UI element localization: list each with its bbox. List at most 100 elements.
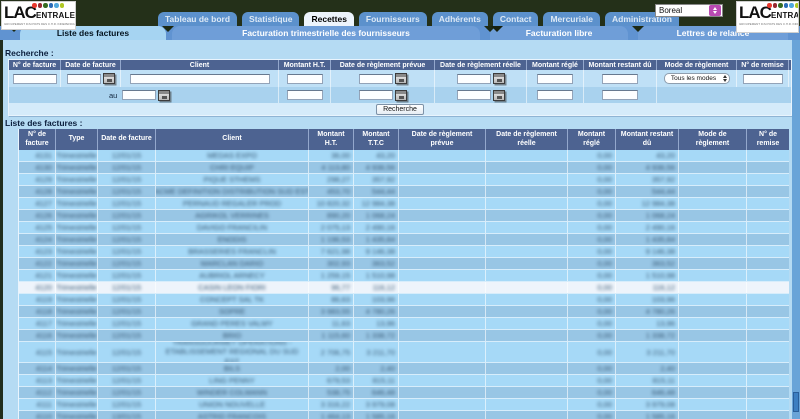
invoice-cell-client: TRANSGOURMET OPERATIONS - ETABLISSEMENT … <box>156 342 309 362</box>
invoice-cell-remise <box>747 294 789 305</box>
input-date-prevue-fin[interactable] <box>358 90 393 100</box>
invoice-cell-num: 4125 <box>19 222 56 233</box>
input-montant-restant[interactable] <box>602 73 638 84</box>
store-select[interactable]: Boreal <box>655 4 723 17</box>
invoice-cell-reelle <box>486 162 568 173</box>
invoice-row[interactable]: 4117 Trimestrielle 12/01/15 GRAND PERES VAL… <box>19 318 789 330</box>
invoice-cell-date: 12/01/15 <box>98 270 156 281</box>
invoice-row[interactable]: 4124 Trimestrielle 12/01/15 ENODIS 1 196,53 1… <box>19 234 789 246</box>
invoice-cell-prevue <box>399 222 486 233</box>
invoice-row[interactable]: 4121 Trimestrielle 12/01/15 AUBRIOL ARNECY 1… <box>19 270 789 282</box>
invoice-cell-type: Trimestrielle <box>56 186 98 197</box>
tab-contact[interactable]: Contact <box>492 12 539 26</box>
invoice-cell-regle: 0,00 <box>568 306 616 317</box>
invoice-row[interactable]: 4118 Trimestrielle 12/01/15 SOPRE 3 983,55 4 … <box>19 306 789 318</box>
input-num-facture[interactable] <box>12 73 57 84</box>
input-num-remise[interactable] <box>742 73 783 84</box>
calendar-icon[interactable] <box>492 73 505 84</box>
invoice-row[interactable]: 4128 Trimestrielle 12/01/15 ACME DEFINITION… <box>19 186 789 198</box>
invoice-cell-regle: 0,00 <box>568 342 616 362</box>
invoice-cell-date: 12/01/15 <box>98 282 156 293</box>
invoice-cell-reelle <box>486 258 568 269</box>
invoice-row[interactable]: 4129 Trimestrielle 12/01/15 PIQUE STHEMS 298… <box>19 174 789 186</box>
search-section-label: Recherche : <box>5 48 54 58</box>
invoice-row[interactable]: 4130 Trimestrielle 12/01/15 CHRI EQUIP 4 113… <box>19 162 789 174</box>
subtab-facturation-libre[interactable]: Facturation libre <box>490 26 628 40</box>
input-client[interactable] <box>129 73 270 84</box>
invoice-cell-date: 12/01/15 <box>98 294 156 305</box>
invoice-cell-restant: 544,44 <box>616 186 679 197</box>
invoice-cell-num: 4110 <box>19 411 56 419</box>
input-montant-ht-max[interactable] <box>286 90 323 100</box>
calendar-icon[interactable] <box>158 89 171 101</box>
invoice-row[interactable]: 4114 Trimestrielle 12/01/15 BILS 2,00 2,40 0,0… <box>19 363 789 375</box>
calendar-icon[interactable] <box>394 89 407 101</box>
input-date-reelle-debut[interactable] <box>456 73 491 84</box>
tab-tableau-de-bord[interactable]: Tableau de bord <box>158 12 238 26</box>
input-montant-ht[interactable] <box>286 73 323 84</box>
input-date-reelle-fin[interactable] <box>456 90 491 100</box>
invoice-cell-prevue <box>399 387 486 398</box>
mode-reglement-select[interactable]: Tous les modes <box>663 73 730 84</box>
au-label: au <box>109 90 118 100</box>
input-date-facture-debut[interactable] <box>66 73 101 84</box>
invoice-cell-client: AGRIKOL VERRINES <box>156 210 309 221</box>
invoice-row[interactable]: 4131 Trimestrielle 12/01/15 MEDAS EXPO 36,00… <box>19 150 789 162</box>
invoice-cell-prevue <box>399 234 486 245</box>
invoice-row[interactable]: 4122 Trimestrielle 12/01/15 MARCLAN DARIO 30… <box>19 258 789 270</box>
input-date-prevue-debut[interactable] <box>358 73 393 84</box>
subtab-facturation-trimestrielle[interactable]: Facturation trimestrielle des fournisseu… <box>172 26 480 40</box>
invoice-row[interactable]: 4125 Trimestrielle 12/01/15 DAVIGO FRANCILI… <box>19 222 789 234</box>
invoice-row[interactable]: 4127 Trimestrielle 12/01/15 PERNAUD REGALER… <box>19 198 789 210</box>
invoice-cell-num: 4117 <box>19 318 56 329</box>
invoice-cell-reelle <box>486 210 568 221</box>
tab-recettes[interactable]: Recettes <box>304 12 354 26</box>
invoice-cell-prevue <box>399 363 486 374</box>
invoice-cell-remise <box>747 411 789 419</box>
invoice-row[interactable]: 4113 Trimestrielle 12/01/15 LING PENNY 679,5… <box>19 375 789 387</box>
invoice-row[interactable]: 4112 Trimestrielle 12/01/15 WINDER COLMANN 5… <box>19 387 789 399</box>
invoice-cell-remise <box>747 363 789 374</box>
invoice-cell-date: 12/01/15 <box>98 363 156 374</box>
calendar-icon[interactable] <box>102 73 115 84</box>
invoice-cell-num: 4111 <box>19 399 56 410</box>
col-montant-regle: Montant réglé <box>568 129 616 150</box>
search-submit-button[interactable]: Recherche <box>376 103 424 115</box>
invoice-row[interactable]: 4120 Trimestrielle 12/01/15 CASIN LEON FIOR… <box>19 282 789 294</box>
invoice-cell-type: Trimestrielle <box>56 318 98 329</box>
tab-fournisseurs[interactable]: Fournisseurs <box>358 12 427 26</box>
input-date-facture-fin[interactable] <box>122 90 157 100</box>
calendar-icon[interactable] <box>394 73 407 84</box>
invoice-cell-prevue <box>399 270 486 281</box>
invoice-row[interactable]: 4116 Trimestrielle 12/01/15 BRIO 1 115,60 1 3… <box>19 330 789 342</box>
tab-mercuriale[interactable]: Mercuriale <box>543 12 600 26</box>
search-col-montant-regle: Montant réglé <box>527 60 584 70</box>
invoice-cell-prevue <box>399 399 486 410</box>
invoice-row[interactable]: 4111 Trimestrielle 12/01/15 UNION NOUVELLE 3… <box>19 399 789 411</box>
invoice-cell-num: 4121 <box>19 270 56 281</box>
calendar-icon[interactable] <box>492 89 505 101</box>
invoice-cell-remise <box>747 234 789 245</box>
invoice-row[interactable]: 4123 Trimestrielle 12/01/15 BRASSERIES FRAN… <box>19 246 789 258</box>
scrollbar[interactable] <box>792 40 800 419</box>
input-montant-regle-max[interactable] <box>537 90 573 100</box>
tab-statistique[interactable]: Statistique <box>242 12 300 26</box>
invoice-cell-ttc: 3 979,08 <box>354 399 399 410</box>
tab-adherents[interactable]: Adhérents <box>431 12 488 26</box>
invoice-cell-prevue <box>399 198 486 209</box>
input-montant-regle[interactable] <box>537 73 573 84</box>
invoice-cell-ttc: 2 490,16 <box>354 222 399 233</box>
invoice-cell-regle: 0,00 <box>568 387 616 398</box>
invoice-cell-client: ASTRID FRANCOIS <box>156 411 309 419</box>
invoice-cell-remise <box>747 174 789 185</box>
select-stepper-icon <box>709 5 721 16</box>
invoice-row[interactable]: 4110 Trimestrielle 13/01/15 ASTRID FRANCOIS… <box>19 411 789 419</box>
invoice-cell-regle: 0,00 <box>568 399 616 410</box>
invoice-row[interactable]: 4119 Trimestrielle 12/01/15 CONCEPT SAL TK 8… <box>19 294 789 306</box>
scrollbar-thumb[interactable] <box>793 392 799 412</box>
invoice-row[interactable]: 4115 Trimestrielle 12/01/15 TRANSGOURMET OP… <box>19 342 789 363</box>
invoice-cell-prevue <box>399 210 486 221</box>
invoice-cell-ttc: 363,52 <box>354 258 399 269</box>
input-montant-restant-max[interactable] <box>602 90 638 100</box>
invoice-row[interactable]: 4126 Trimestrielle 12/01/15 AGRIKOL VERRINE… <box>19 210 789 222</box>
